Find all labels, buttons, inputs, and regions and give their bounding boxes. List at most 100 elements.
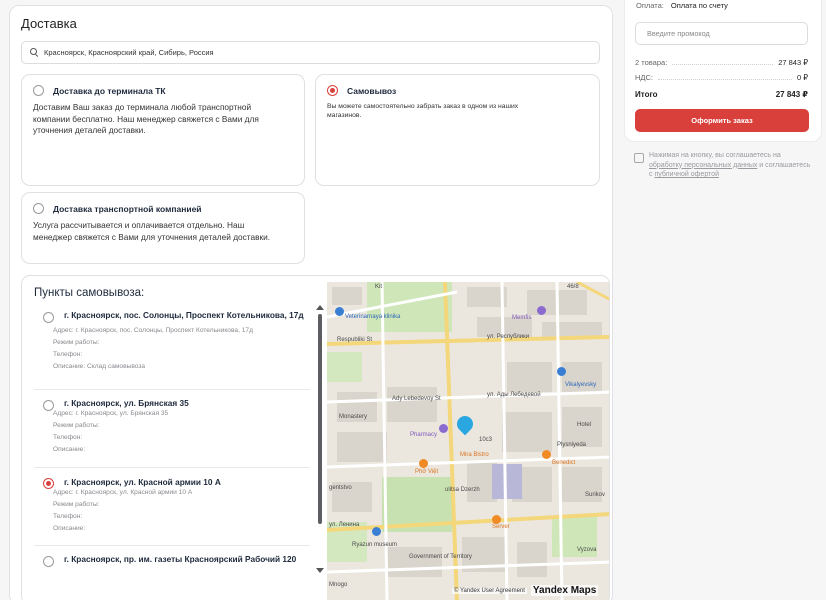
- total-label: Итого: [635, 90, 658, 99]
- map[interactable]: Kit 46/8 Veterinarnaya klinika Memfis Re…: [327, 282, 609, 600]
- pickup-name: г. Красноярск, пос. Солонцы, Проспект Ко…: [64, 310, 304, 320]
- personal-data-link[interactable]: обработку персональных данных: [649, 162, 757, 169]
- map-label: ул. Ады Лебедевой: [487, 392, 541, 398]
- map-label: Vikalyevsky: [565, 382, 597, 388]
- order-summary-card: Оплата: Оплата по счету 2 товара: 27 843 …: [624, 0, 822, 142]
- option-desc-line: Вы можете самостоятельно забрать заказ в…: [327, 103, 519, 110]
- address-search-field[interactable]: [21, 41, 600, 64]
- leader-dots: [658, 79, 792, 80]
- delivery-card: Доставка Доставка до терминала ТК Достав…: [9, 5, 613, 600]
- pickup-description: Описание:: [53, 446, 86, 453]
- total-value: 27 843 ₽: [775, 90, 808, 99]
- summary-row-total: Итого 27 843 ₽: [635, 90, 808, 99]
- map-label: Surikov: [585, 492, 606, 498]
- pickup-phone: Телефон:: [53, 351, 83, 358]
- pickup-name: г. Красноярск, пр. им. газеты Красноярск…: [64, 554, 297, 564]
- option-desc-line: магазинов.: [327, 112, 362, 119]
- payment-method: Оплата: Оплата по счету: [636, 1, 728, 10]
- pickup-list[interactable]: г. Красноярск, пос. Солонцы, Проспект Ко…: [34, 310, 310, 586]
- map-label: 46/8: [567, 284, 579, 290]
- museum-poi-icon[interactable]: [557, 367, 566, 376]
- map-label: gentstvo: [329, 485, 352, 491]
- pickup-hours: Режим работы:: [53, 501, 100, 508]
- option-header: Самовывоз: [327, 85, 396, 96]
- promo-code-input[interactable]: [635, 22, 808, 45]
- consent-text: Нажимая на кнопку, вы соглашаетесь на об…: [649, 151, 814, 180]
- pickup-description: Описание:: [53, 525, 86, 532]
- pickup-phone: Телефон:: [53, 513, 83, 520]
- map-footer: © Yandex User Agreement Yandex Maps: [452, 585, 599, 596]
- delivery-title: Доставка: [21, 16, 77, 31]
- consent-block: Нажимая на кнопку, вы соглашаетесь на об…: [634, 151, 814, 180]
- restaurant-poi-icon[interactable]: [542, 450, 551, 459]
- shop-poi-icon[interactable]: [537, 306, 546, 315]
- place-order-button[interactable]: Оформить заказ: [635, 109, 809, 132]
- option-description: Услуга рассчитывается и оплачивается отд…: [33, 220, 270, 243]
- pickup-address: Адрес: г. Красноярск, ул. Брянская 35: [53, 410, 169, 417]
- pickup-item[interactable]: г. Красноярск, ул. Красной армии 10 А Ад…: [34, 468, 310, 546]
- radio-terminal-delivery[interactable]: [33, 85, 44, 96]
- map-label: Hotel: [577, 422, 592, 428]
- map-label: Plysniyeda: [557, 442, 587, 448]
- museum-poi-icon[interactable]: [372, 527, 381, 536]
- consent-text-part: Нажимая на кнопку, вы соглашаетесь на: [649, 152, 781, 159]
- option-desc-line: Доставим Ваш заказ до терминала любой тр…: [33, 102, 252, 112]
- restaurant-poi-icon[interactable]: [419, 459, 428, 468]
- payment-value: Оплата по счету: [670, 1, 728, 10]
- pharmacy-poi-icon[interactable]: [439, 424, 448, 433]
- scroll-down-arrow[interactable]: [316, 568, 324, 573]
- pickup-name: г. Красноярск, ул. Красной армии 10 А: [64, 477, 221, 487]
- scrollbar-thumb[interactable]: [318, 314, 322, 524]
- map-label: Monastery: [339, 414, 368, 420]
- pickup-radio[interactable]: [43, 478, 54, 489]
- map-label: Government of Territory: [409, 554, 472, 560]
- pickup-hours: Режим работы:: [53, 339, 100, 346]
- option-title: Самовывоз: [347, 85, 397, 96]
- pickup-description: Описание: Склад самовывоза: [53, 363, 146, 370]
- pickup-address: Адрес: г. Красноярск, пос. Солонцы, Прос…: [53, 327, 253, 334]
- map-label: Memfis: [512, 315, 532, 321]
- pickup-radio[interactable]: [43, 556, 54, 567]
- summary-label: НДС:: [635, 73, 653, 82]
- map-label: ул. Республики: [487, 334, 530, 340]
- option-description: Вы можете самостоятельно забрать заказ в…: [327, 102, 518, 120]
- clinic-poi-icon[interactable]: [335, 307, 344, 316]
- map-label: Server: [492, 524, 510, 530]
- pickup-item[interactable]: г. Красноярск, ул. Брянская 35 Адрес: г.…: [34, 390, 310, 468]
- option-transport-company[interactable]: Доставка транспортной компанией Услуга р…: [21, 192, 305, 264]
- map-label: Mira Bistro: [460, 452, 489, 458]
- yandex-maps-logo[interactable]: Yandex Maps: [530, 585, 599, 596]
- option-desc-line: Услуга рассчитывается и оплачивается отд…: [33, 220, 245, 230]
- map-label: Benedict: [552, 460, 576, 466]
- option-desc-line: уточнения деталей доставки.: [33, 125, 146, 135]
- pickup-radio[interactable]: [43, 312, 54, 323]
- address-input[interactable]: [44, 48, 564, 57]
- option-self-pickup[interactable]: Самовывоз Вы можете самостоятельно забра…: [315, 74, 600, 186]
- radio-transport-company[interactable]: [33, 203, 44, 214]
- option-header: Доставка транспортной компанией: [33, 203, 202, 214]
- scroll-up-arrow[interactable]: [316, 305, 324, 310]
- map-canvas: [327, 282, 609, 600]
- map-label: Ryazun museum: [352, 542, 398, 548]
- pickup-radio[interactable]: [43, 400, 54, 411]
- leader-dots: [672, 64, 774, 65]
- option-description: Доставим Ваш заказ до терминала любой тр…: [33, 102, 259, 137]
- consent-checkbox[interactable]: [634, 153, 644, 163]
- option-terminal-delivery[interactable]: Доставка до терминала ТК Доставим Ваш за…: [21, 74, 305, 186]
- public-offer-link[interactable]: публичной офертой: [654, 171, 719, 178]
- map-label: Respubliki St: [337, 337, 373, 343]
- map-label: Vyzova: [577, 547, 597, 553]
- radio-self-pickup[interactable]: [327, 85, 338, 96]
- map-label: 10c3: [479, 437, 493, 443]
- payment-label: Оплата:: [636, 1, 664, 10]
- pickup-hours: Режим работы:: [53, 422, 100, 429]
- pickup-item[interactable]: г. Красноярск, пр. им. газеты Красноярск…: [34, 546, 310, 586]
- option-desc-line: компании бесплатно. Наш менеджер свяжетс…: [33, 113, 259, 124]
- pickup-item[interactable]: г. Красноярск, пос. Солонцы, Проспект Ко…: [34, 310, 310, 390]
- map-label: Veterinarnaya klinika: [345, 314, 401, 320]
- summary-value: 27 843 ₽: [778, 58, 808, 67]
- map-label: ulitsa Dzerzh: [445, 487, 480, 493]
- map-copyright[interactable]: © Yandex User Agreement: [452, 587, 527, 594]
- restaurant-poi-icon[interactable]: [492, 515, 501, 524]
- pickup-address: Адрес: г. Красноярск, ул. Красной армии …: [53, 489, 193, 496]
